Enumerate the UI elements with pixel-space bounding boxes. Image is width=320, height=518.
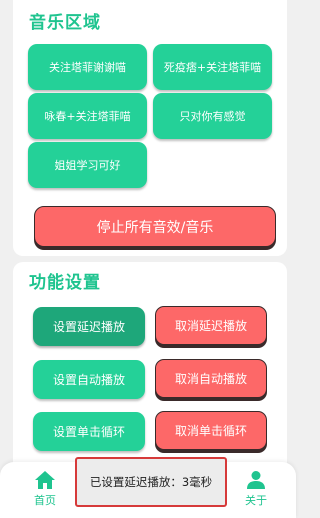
cancel-delay-play-button[interactable]: 取消延迟播放 (155, 306, 267, 345)
nav-label-home: 首页 (34, 494, 56, 507)
music-button-5[interactable]: 姐姐学习可好 (28, 142, 147, 188)
music-button-3[interactable]: 咏春+关注塔菲喵 (28, 93, 147, 139)
toast-message: 已设置延迟播放：3毫秒 (75, 457, 227, 507)
function-section-title: 功能设置 (29, 273, 101, 293)
home-icon (35, 471, 55, 489)
nav-item-home[interactable]: 首页 (20, 470, 70, 508)
music-button-4[interactable]: 只对你有感觉 (153, 93, 272, 139)
cancel-auto-play-button[interactable]: 取消自动播放 (155, 359, 267, 398)
set-delay-play-button[interactable]: 设置延迟播放 (33, 307, 145, 346)
nav-item-about[interactable]: 关于 (231, 470, 281, 508)
music-section-title: 音乐区域 (29, 13, 101, 33)
cancel-click-loop-button[interactable]: 取消单击循环 (155, 411, 267, 450)
nav-label-about: 关于 (245, 494, 267, 507)
set-auto-play-button[interactable]: 设置自动播放 (33, 360, 145, 399)
stop-all-audio-button[interactable]: 停止所有音效/音乐 (34, 206, 276, 247)
music-button-2[interactable]: 死疫痞+关注塔菲喵 (153, 44, 272, 90)
music-button-1[interactable]: 关注塔菲谢谢喵 (28, 44, 147, 90)
person-icon (247, 471, 265, 489)
set-click-loop-button[interactable]: 设置单击循环 (33, 412, 145, 451)
